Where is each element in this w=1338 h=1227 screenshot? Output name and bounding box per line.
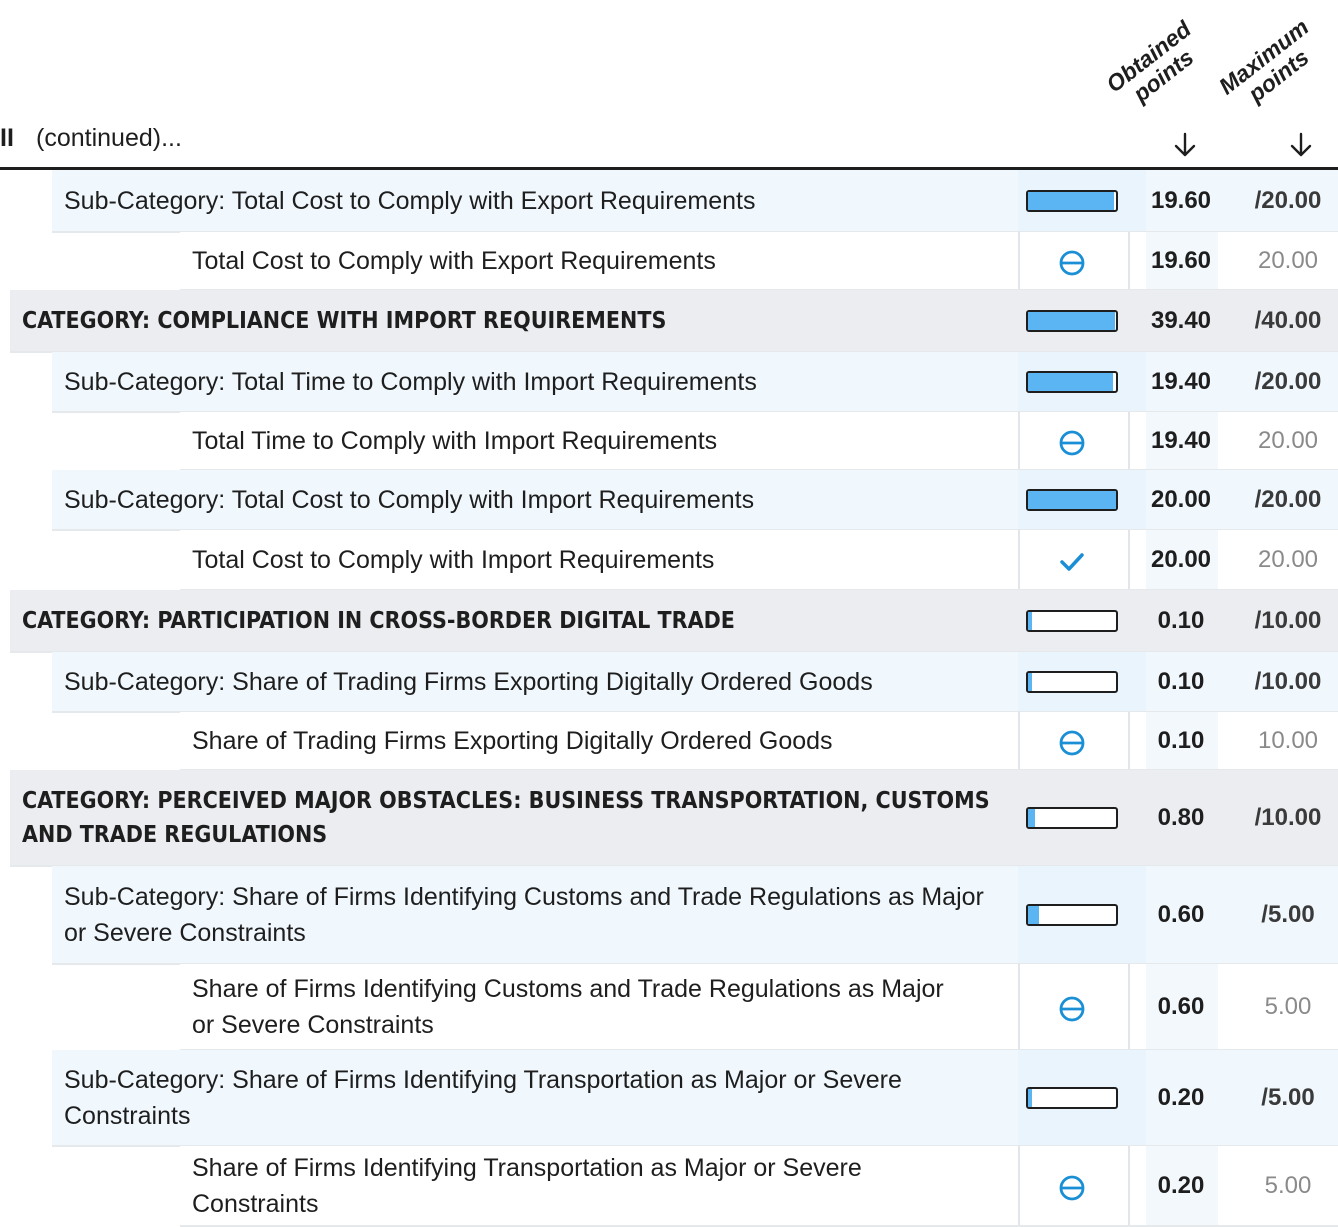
obtained-points: 0.10: [1157, 607, 1205, 634]
column-divider: [1018, 232, 1020, 290]
progress-bar: [1026, 310, 1118, 332]
row-label: CATEGORY: PERCEIVED MAJOR OBSTACLES: BUS…: [22, 788, 990, 848]
obtained-points: 0.20: [1157, 1084, 1205, 1111]
obtained-points: 0.10: [1157, 668, 1205, 695]
maximum-points: /20.00: [1254, 486, 1322, 513]
progress-fill: [1028, 312, 1115, 330]
maximum-points: /10.00: [1254, 668, 1322, 695]
obtained-points: 19.40: [1150, 368, 1212, 395]
row-label: Total Time to Comply with Import Require…: [192, 427, 718, 455]
category-row[interactable]: CATEGORY: PERCEIVED MAJOR OBSTACLES: BUS…: [0, 770, 1338, 867]
maximum-points-header: Maximum points: [1214, 14, 1327, 117]
obtained-points-header: Obtained points: [1101, 16, 1210, 115]
row-label: Share of Trading Firms Exporting Digital…: [192, 727, 833, 755]
row-label: CATEGORY: PARTICIPATION IN CROSS-BORDER …: [22, 608, 735, 634]
progress-fill: [1028, 192, 1115, 210]
arrow-down-icon: [1290, 132, 1312, 157]
column-divider: [1018, 964, 1020, 1050]
subcategory-row[interactable]: Sub-Category: Share of Trading Firms Exp…: [0, 652, 1338, 713]
maximum-points: 10.00: [1257, 727, 1319, 754]
progress-fill: [1028, 373, 1114, 391]
progress-bar: [1026, 190, 1118, 212]
row-label: Share of Firms Identifying Customs and T…: [192, 975, 944, 1039]
arrow-down-icon: [1174, 132, 1196, 157]
obtained-points: 0.10: [1157, 727, 1205, 754]
row-label: Total Cost to Comply with Import Require…: [192, 546, 715, 574]
obtained-points: 0.60: [1157, 993, 1205, 1020]
row-label: Sub-Category: Share of Firms Identifying…: [64, 883, 984, 947]
progress-bar: [1026, 904, 1118, 926]
column-divider: [1018, 530, 1020, 590]
obtained-points: 0.60: [1157, 901, 1205, 928]
subcategory-row[interactable]: Sub-Category: Total Cost to Comply with …: [0, 470, 1338, 531]
continued-label: (continued)...: [36, 124, 182, 152]
progress-bar: [1026, 807, 1118, 829]
maximum-points: /40.00: [1254, 307, 1322, 334]
maximum-points: /20.00: [1254, 187, 1322, 214]
section-marker: II: [0, 124, 14, 152]
progress-fill: [1028, 809, 1036, 827]
row-label: Share of Firms Identifying Transportatio…: [192, 1154, 862, 1218]
progress-bar: [1026, 489, 1118, 511]
indicator-row[interactable]: Share of Trading Firms Exporting Digital…: [0, 712, 1338, 771]
row-label: Sub-Category: Total Time to Comply with …: [64, 368, 757, 396]
indicator-row[interactable]: Total Cost to Comply with Import Require…: [0, 530, 1338, 591]
progress-bar: [1026, 671, 1118, 693]
subcategory-row[interactable]: Sub-Category: Total Cost to Comply with …: [0, 170, 1338, 233]
partial-circle-icon: [1059, 430, 1085, 456]
obtained-points: 20.00: [1150, 486, 1212, 513]
progress-bar: [1026, 610, 1118, 632]
row-label: Sub-Category: Share of Firms Identifying…: [64, 1066, 902, 1130]
maximum-points: 5.00: [1264, 993, 1312, 1020]
indicator-row[interactable]: Total Cost to Comply with Export Require…: [0, 232, 1338, 291]
progress-fill: [1028, 1089, 1033, 1107]
partial-circle-icon: [1059, 1175, 1085, 1201]
partial-circle-icon: [1059, 996, 1085, 1022]
subcategory-row[interactable]: Sub-Category: Share of Firms Identifying…: [0, 866, 1338, 965]
obtained-points: 19.60: [1150, 247, 1212, 274]
indicator-row[interactable]: Share of Firms Identifying Customs and T…: [0, 964, 1338, 1051]
check-icon: [1060, 553, 1084, 571]
partial-circle-icon: [1059, 730, 1085, 756]
progress-fill: [1028, 612, 1033, 630]
table-header: II (continued)... Obtained points Maximu…: [0, 0, 1338, 170]
progress-fill: [1028, 673, 1033, 691]
row-label: Sub-Category: Total Cost to Comply with …: [64, 486, 755, 514]
obtained-points: 20.00: [1150, 546, 1212, 573]
category-row[interactable]: CATEGORY: PARTICIPATION IN CROSS-BORDER …: [0, 590, 1338, 653]
row-label: Sub-Category: Share of Trading Firms Exp…: [64, 668, 873, 696]
indicator-row[interactable]: Share of Firms Identifying Transportatio…: [0, 1146, 1338, 1227]
maximum-points: 5.00: [1264, 1172, 1312, 1199]
obtained-points: 19.60: [1150, 187, 1212, 214]
subcategory-row[interactable]: Sub-Category: Share of Firms Identifying…: [0, 1050, 1338, 1147]
maximum-points: 20.00: [1257, 427, 1319, 454]
progress-bar: [1026, 1087, 1118, 1109]
column-divider: [1018, 412, 1020, 470]
obtained-points: 0.20: [1157, 1172, 1205, 1199]
row-label: Sub-Category: Total Cost to Comply with …: [64, 187, 756, 215]
row-label: CATEGORY: COMPLIANCE WITH IMPORT REQUIRE…: [22, 308, 667, 334]
maximum-points: /5.00: [1261, 901, 1315, 928]
column-divider: [1018, 1146, 1020, 1226]
progress-fill: [1028, 906, 1039, 924]
obtained-points: 0.80: [1157, 804, 1205, 831]
progress-fill: [1028, 491, 1116, 509]
maximum-points: /10.00: [1254, 804, 1322, 831]
subcategory-row[interactable]: Sub-Category: Total Time to Comply with …: [0, 352, 1338, 413]
progress-bar: [1026, 371, 1118, 393]
obtained-points: 19.40: [1150, 427, 1212, 454]
maximum-points: 20.00: [1257, 546, 1319, 573]
indicator-row[interactable]: Total Time to Comply with Import Require…: [0, 412, 1338, 471]
maximum-points: /20.00: [1254, 368, 1322, 395]
maximum-points: /5.00: [1261, 1084, 1315, 1111]
maximum-points: 20.00: [1257, 247, 1319, 274]
partial-circle-icon: [1059, 250, 1085, 276]
obtained-points: 39.40: [1150, 307, 1212, 334]
row-label: Total Cost to Comply with Export Require…: [192, 247, 716, 275]
category-row[interactable]: CATEGORY: COMPLIANCE WITH IMPORT REQUIRE…: [0, 290, 1338, 353]
maximum-points: /10.00: [1254, 607, 1322, 634]
column-divider: [1018, 712, 1020, 770]
